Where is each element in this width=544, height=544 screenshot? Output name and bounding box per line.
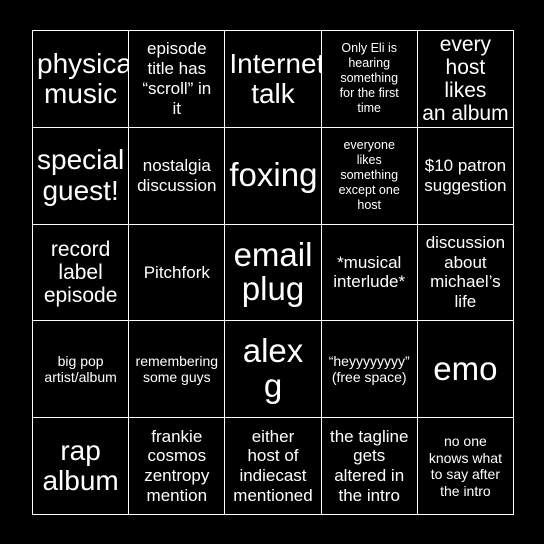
cell-text: big pop artist/album bbox=[44, 352, 117, 386]
cell-text: discussion about michael’s life bbox=[425, 233, 506, 312]
cell-r4c4-free-space[interactable]: “heyyyyyyyy” (free space) bbox=[321, 321, 417, 418]
cell-r2c1[interactable]: special guest! bbox=[33, 127, 129, 224]
cell-r3c4[interactable]: *musical interlude* bbox=[321, 224, 417, 321]
cell-text: foxing bbox=[229, 156, 318, 194]
cell-r2c2[interactable]: nostalgia discussion bbox=[129, 127, 225, 224]
cell-r4c3[interactable]: alex g bbox=[225, 321, 321, 418]
cell-text: $10 patron suggestion bbox=[424, 155, 507, 195]
cell-r5c2[interactable]: frankie cosmos zentropy mention bbox=[129, 418, 225, 514]
cell-text: rap album bbox=[42, 434, 119, 497]
cell-text: Only Eli is hearing something for the fi… bbox=[339, 41, 399, 116]
cell-r4c1[interactable]: big pop artist/album bbox=[33, 321, 129, 418]
cell-r2c3[interactable]: foxing bbox=[225, 127, 321, 224]
cell-text: the tagline gets altered in the intro bbox=[329, 426, 409, 505]
cell-r1c3[interactable]: Internet talk bbox=[225, 31, 321, 127]
cell-r5c3[interactable]: either host of indiecast mentioned bbox=[225, 418, 321, 514]
cell-r4c2[interactable]: remembering some guys bbox=[129, 321, 225, 418]
cell-text: episode title has “scroll” in it bbox=[142, 39, 212, 118]
cell-text: every host likes an album bbox=[422, 32, 509, 125]
bingo-card-grid: physical music episode title has “scroll”… bbox=[32, 30, 514, 515]
cell-text: remembering some guys bbox=[135, 352, 219, 386]
cell-text: email plug bbox=[233, 235, 313, 308]
cell-r3c5[interactable]: discussion about michael’s life bbox=[417, 224, 513, 321]
cell-text: Internet talk bbox=[229, 47, 321, 109]
cell-text: no one knows what to say after the intro bbox=[428, 433, 502, 499]
cell-r3c2[interactable]: Pitchfork bbox=[129, 224, 225, 321]
cell-text: *musical interlude* bbox=[333, 252, 406, 292]
cell-r3c1[interactable]: record label episode bbox=[33, 224, 129, 321]
cell-r1c1[interactable]: physical music bbox=[33, 31, 129, 127]
cell-r1c5[interactable]: every host likes an album bbox=[417, 31, 513, 127]
cell-text: emo bbox=[433, 349, 498, 387]
cell-text: either host of indiecast mentioned bbox=[233, 426, 313, 505]
cell-r1c2[interactable]: episode title has “scroll” in it bbox=[129, 31, 225, 127]
cell-r5c1[interactable]: rap album bbox=[33, 418, 129, 514]
cell-text: alex g bbox=[242, 332, 304, 405]
cell-r1c4[interactable]: Only Eli is hearing something for the fi… bbox=[321, 31, 417, 127]
cell-text: Pitchfork bbox=[143, 262, 210, 282]
cell-r4c5[interactable]: emo bbox=[417, 321, 513, 418]
cell-text: physical music bbox=[37, 47, 129, 109]
cell-r2c5[interactable]: $10 patron suggestion bbox=[417, 127, 513, 224]
cell-text: everyone likes something except one host bbox=[338, 138, 400, 213]
cell-r5c5[interactable]: no one knows what to say after the intro bbox=[417, 418, 513, 514]
cell-text: frankie cosmos zentropy mention bbox=[144, 426, 210, 505]
cell-r2c4[interactable]: everyone likes something except one host bbox=[321, 127, 417, 224]
cell-r3c3[interactable]: email plug bbox=[225, 224, 321, 321]
cell-text: special guest! bbox=[37, 144, 125, 206]
cell-r5c4[interactable]: the tagline gets altered in the intro bbox=[321, 418, 417, 514]
cell-text: record label episode bbox=[43, 237, 118, 308]
cell-text: “heyyyyyyyy” (free space) bbox=[328, 352, 410, 386]
cell-text: nostalgia discussion bbox=[137, 155, 217, 195]
